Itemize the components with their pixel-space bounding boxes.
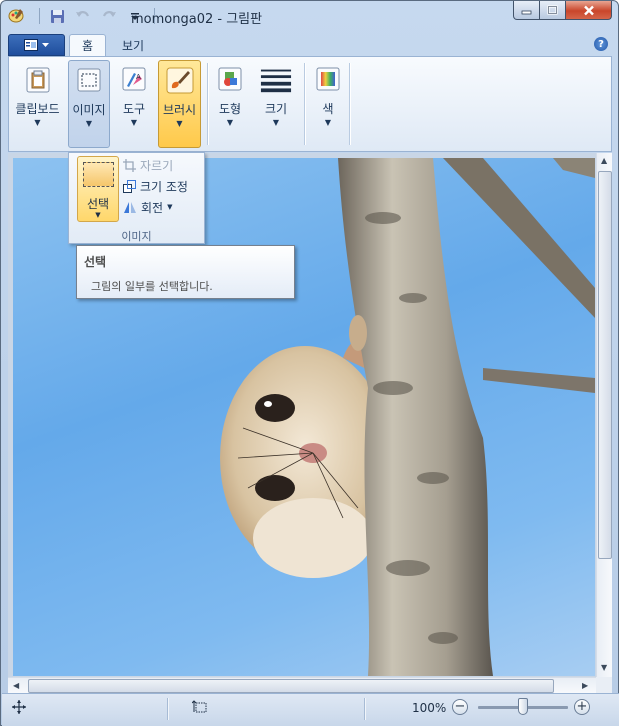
clipboard-label: 클립보드 xyxy=(15,102,60,116)
chevron-down-icon: ▼ xyxy=(324,118,332,127)
zoom-in-button[interactable]: + xyxy=(574,699,590,715)
caption-buttons xyxy=(513,1,612,20)
colors-label: 색 xyxy=(322,102,334,116)
rotate-label: 회전 xyxy=(141,200,164,215)
status-divider xyxy=(167,698,168,720)
svg-text:A: A xyxy=(136,73,141,81)
vertical-scrollbar[interactable]: ▲ ▼ xyxy=(596,153,612,677)
brush-icon xyxy=(164,64,196,96)
crop-icon xyxy=(123,158,136,172)
shapes-icon xyxy=(214,63,246,95)
status-bar: 100% − + xyxy=(2,693,619,726)
chevron-down-icon: ▼ xyxy=(167,203,173,211)
image-group-button[interactable]: 이미지 ▼ xyxy=(68,60,110,148)
tooltip-title: 선택 xyxy=(84,255,107,269)
image-label: 이미지 xyxy=(72,103,106,117)
title-bar[interactable]: momonga02 - 그림판 xyxy=(1,1,618,31)
tab-home[interactable]: 홈 xyxy=(69,34,107,56)
colors-group-button[interactable]: 색 ▼ xyxy=(308,60,348,148)
select-label: 선택 xyxy=(86,197,110,211)
size-group-button[interactable]: 크기 ▼ xyxy=(254,60,298,148)
tools-icon: A xyxy=(118,63,150,95)
qat-divider xyxy=(39,8,40,24)
window-title: momonga02 - 그림판 xyxy=(131,12,263,27)
horizontal-scroll-thumb[interactable] xyxy=(28,679,554,693)
color-palette-icon xyxy=(312,63,344,95)
line-size-icon xyxy=(260,63,292,95)
paint-menu-button[interactable] xyxy=(8,34,65,56)
save-icon[interactable] xyxy=(48,7,66,25)
resize-menu-item[interactable]: 크기 조정 xyxy=(123,177,188,195)
ribbon-tab-row: 홈 보기 ? xyxy=(8,32,612,56)
paint-window: momonga02 - 그림판 홈 보기 ? 클립보드 ▼ 이미지 ▼ A 도구… xyxy=(0,0,619,726)
minimize-button[interactable] xyxy=(513,1,540,20)
tab-view[interactable]: 보기 xyxy=(110,34,156,56)
zoom-slider-thumb[interactable] xyxy=(518,698,528,715)
paint-app-icon[interactable] xyxy=(8,7,25,24)
scroll-down-icon[interactable]: ▼ xyxy=(601,663,607,672)
group-divider xyxy=(207,63,208,145)
select-button[interactable]: 선택 ▼ xyxy=(77,156,119,222)
clipboard-group-button[interactable]: 클립보드 ▼ xyxy=(11,60,64,148)
ribbon-home: 클립보드 ▼ 이미지 ▼ A 도구 ▼ 브러시 ▼ 도형 ▼ 크기 ▼ 색 ▼ xyxy=(8,56,612,152)
group-divider xyxy=(349,63,350,145)
rotate-icon xyxy=(124,201,136,213)
close-button[interactable] xyxy=(566,1,612,20)
chevron-down-icon: ▼ xyxy=(272,118,280,127)
select-tooltip: 선택 그림의 일부를 선택합니다. xyxy=(76,245,295,299)
scroll-left-icon[interactable]: ◀ xyxy=(13,681,19,690)
menu-icon xyxy=(24,39,38,51)
tooltip-body: 그림의 일부를 선택합니다. xyxy=(91,280,213,293)
brushes-label: 브러시 xyxy=(162,103,197,117)
scroll-up-icon[interactable]: ▲ xyxy=(601,156,607,165)
chevron-down-icon: ▼ xyxy=(85,119,93,128)
chevron-down-icon xyxy=(42,42,49,47)
selection-icon xyxy=(83,162,114,187)
status-divider xyxy=(364,698,365,720)
zoom-level-text: 100% xyxy=(412,701,447,715)
chevron-down-icon: ▼ xyxy=(226,118,234,127)
rotate-menu-item[interactable]: 회전 ▼ xyxy=(123,198,172,216)
tools-label: 도구 xyxy=(122,102,146,116)
chevron-down-icon: ▼ xyxy=(95,211,101,219)
chevron-down-icon: ▼ xyxy=(34,118,41,127)
chevron-down-icon: ▼ xyxy=(130,118,138,127)
brushes-group-button[interactable]: 브러시 ▼ xyxy=(158,60,201,148)
tools-group-button[interactable]: A 도구 ▼ xyxy=(113,60,155,148)
image-group-caption: 이미지 xyxy=(121,230,152,243)
scroll-right-icon[interactable]: ▶ xyxy=(582,681,588,690)
vertical-scroll-thumb[interactable] xyxy=(598,171,612,559)
zoom-out-button[interactable]: − xyxy=(452,699,468,715)
clipboard-icon xyxy=(22,63,54,95)
resize-icon xyxy=(123,179,136,193)
selection-size-icon xyxy=(191,700,208,717)
image-dropdown-menu: 선택 ▼ 자르기 크기 조정 회전 ▼ 이미지 xyxy=(68,152,205,244)
resize-label: 크기 조정 xyxy=(140,179,188,194)
help-icon[interactable]: ? xyxy=(594,37,608,51)
shapes-group-button[interactable]: 도형 ▼ xyxy=(209,60,251,148)
undo-icon[interactable] xyxy=(74,7,92,25)
redo-icon[interactable] xyxy=(100,7,118,25)
crop-label: 자르기 xyxy=(140,158,174,173)
horizontal-scrollbar[interactable]: ◀ ▶ xyxy=(8,677,596,693)
maximize-button[interactable] xyxy=(540,1,566,20)
crop-menu-item[interactable]: 자르기 xyxy=(123,156,173,174)
shapes-label: 도형 xyxy=(218,102,242,116)
cursor-position-icon xyxy=(12,700,26,717)
scroll-corner xyxy=(596,677,612,693)
size-label: 크기 xyxy=(264,102,288,116)
selection-icon xyxy=(73,64,105,96)
chevron-down-icon: ▼ xyxy=(176,119,183,128)
group-divider xyxy=(304,63,305,145)
